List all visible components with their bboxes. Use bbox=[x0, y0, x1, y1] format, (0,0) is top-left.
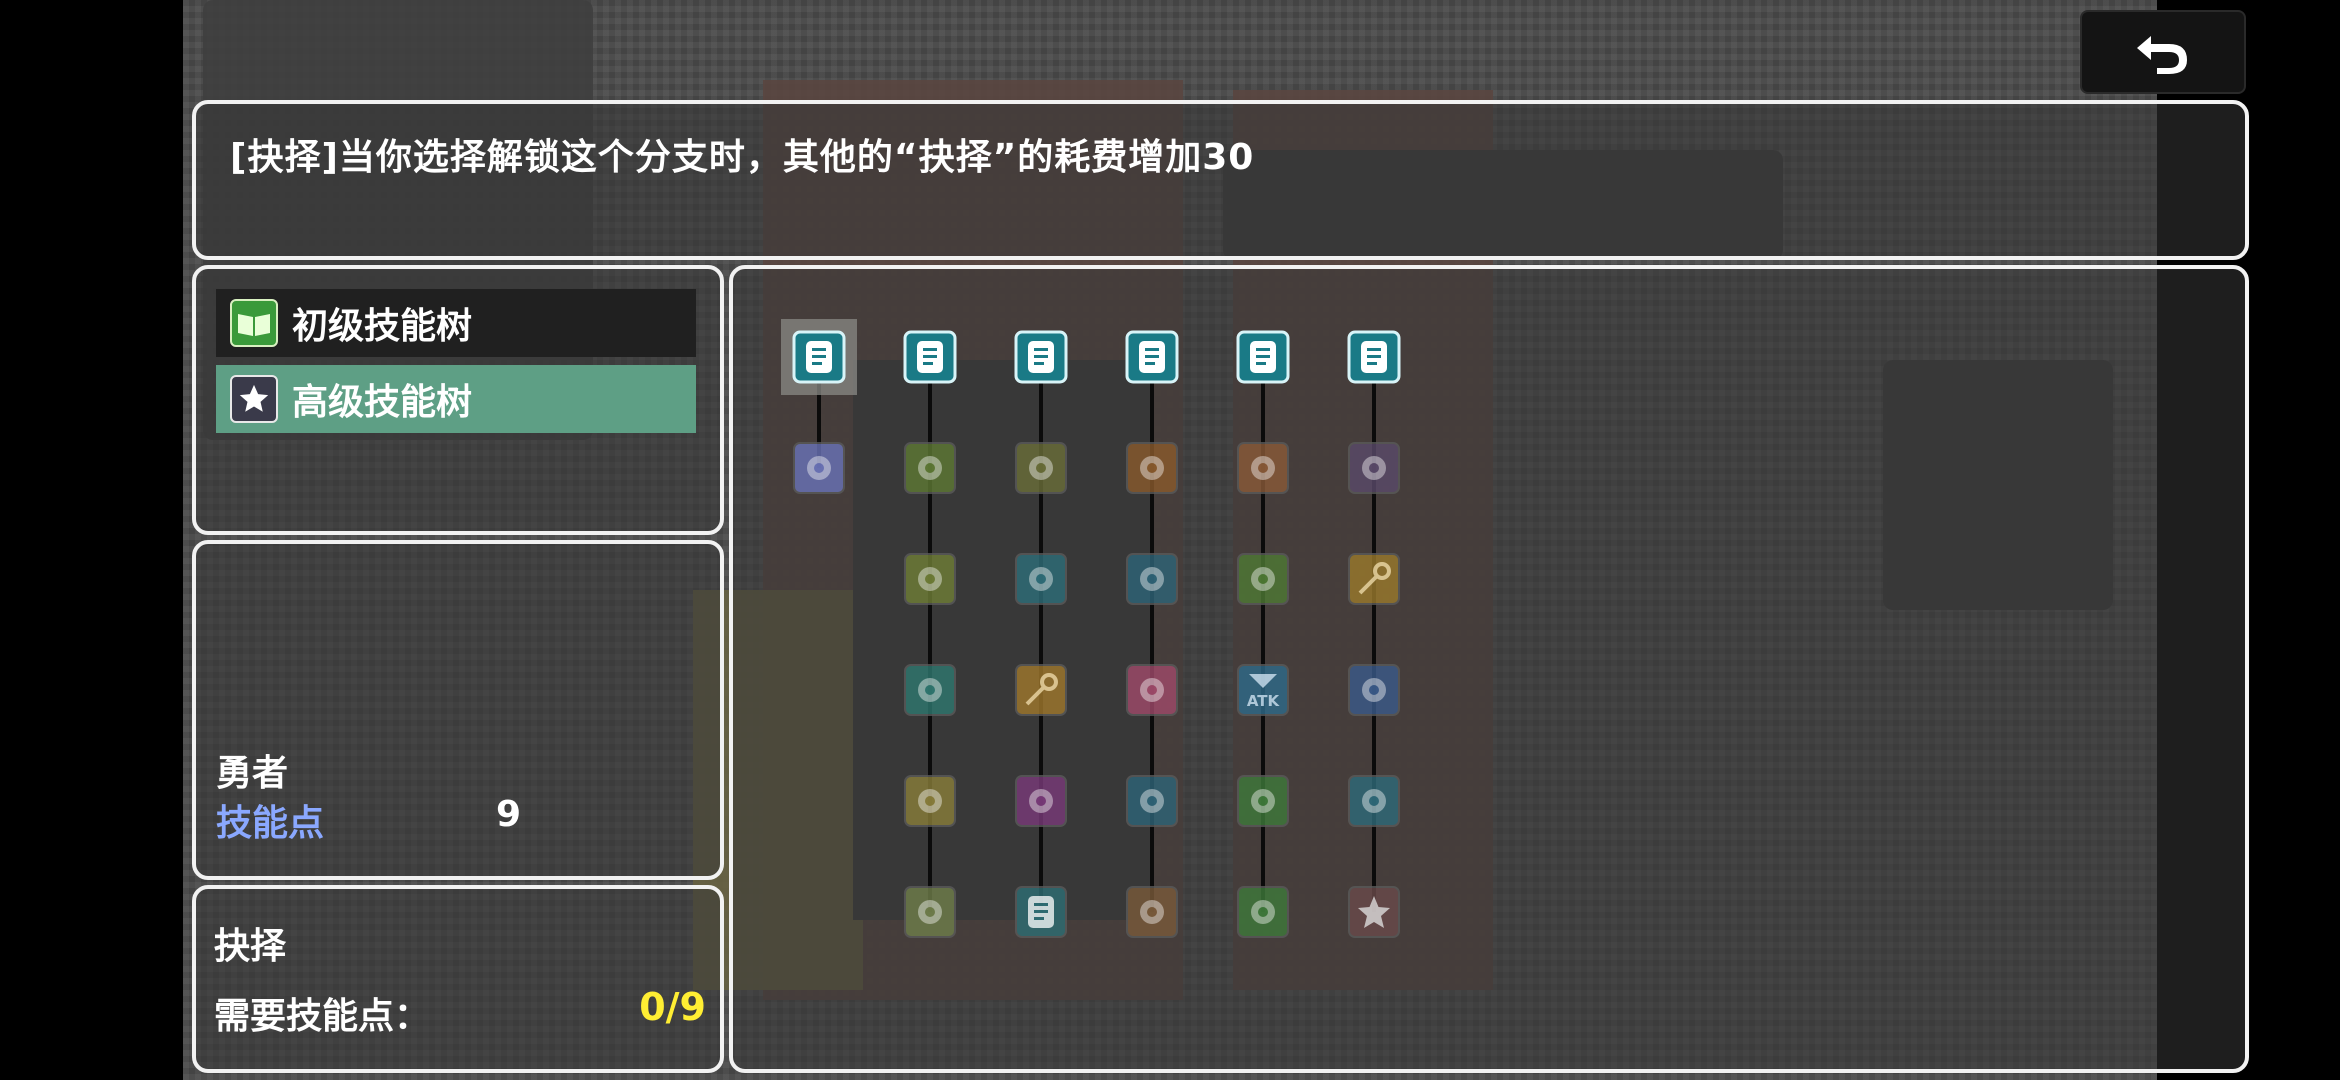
bow-icon bbox=[918, 567, 942, 591]
hero-name: 勇者 bbox=[216, 753, 289, 794]
skill-node-bubbles-icon[interactable] bbox=[1015, 442, 1067, 494]
skill-node-coins-icon[interactable] bbox=[1237, 553, 1289, 605]
menu-item-advanced-skill-tree[interactable]: 高级技能树 bbox=[216, 365, 696, 433]
branch-description: [抉择]当你选择解锁这个分支时，其他的“抉择”的耗费增加30 bbox=[230, 137, 1255, 178]
skill-node-flower-icon[interactable] bbox=[793, 442, 845, 494]
pill-icon bbox=[1140, 789, 1164, 813]
skill-node-swirl-icon[interactable] bbox=[1237, 775, 1289, 827]
required-points-label: 需要技能点： bbox=[214, 996, 431, 1037]
burst-icon bbox=[1140, 456, 1164, 480]
undo-arrow-icon bbox=[2137, 36, 2187, 74]
skill-node-key-icon[interactable] bbox=[1348, 553, 1400, 605]
back-button[interactable] bbox=[2080, 10, 2246, 94]
skill-node-wave-icon[interactable] bbox=[1348, 664, 1400, 716]
swirl-icon bbox=[1251, 789, 1275, 813]
skill-tree-panel: ATK bbox=[729, 265, 2249, 1073]
hero-info-panel: 勇者 技能点 9 bbox=[192, 540, 724, 880]
skill-node-scroll-icon[interactable] bbox=[781, 319, 857, 395]
scroll-icon bbox=[1139, 341, 1165, 373]
skill-node-scroll-icon[interactable] bbox=[1014, 330, 1068, 384]
description-panel: [抉择]当你选择解锁这个分支时，其他的“抉择”的耗费增加30 bbox=[192, 100, 2249, 260]
skill-node-key-icon[interactable] bbox=[1015, 664, 1067, 716]
skill-node-sparkle-icon[interactable] bbox=[1126, 664, 1178, 716]
skill-node-scroll-icon[interactable] bbox=[903, 330, 957, 384]
skill-node-claw-icon[interactable] bbox=[1237, 442, 1289, 494]
menu-item-label: 高级技能树 bbox=[292, 382, 473, 423]
sparkle-icon bbox=[1140, 678, 1164, 702]
skill-tree-graph: ATK bbox=[781, 319, 1401, 938]
skill-node-scroll-icon[interactable] bbox=[1125, 330, 1179, 384]
vortex-icon bbox=[1362, 456, 1386, 480]
skill-node-music-note-icon[interactable] bbox=[1015, 775, 1067, 827]
green-book-icon bbox=[230, 299, 278, 347]
sun-leaf-icon bbox=[918, 456, 942, 480]
scroll-icon bbox=[1028, 896, 1054, 928]
branch-info-panel: 抉择 需要技能点： 0/9 bbox=[192, 885, 724, 1073]
claw-icon bbox=[1251, 456, 1275, 480]
skill-tree-menu-panel: 初级技能树 高级技能树 bbox=[192, 265, 724, 535]
skill-node-statue-icon[interactable] bbox=[1015, 553, 1067, 605]
skill-node-scroll-icon[interactable] bbox=[1236, 330, 1290, 384]
tornado-icon bbox=[918, 900, 942, 924]
scroll-icon bbox=[806, 341, 832, 373]
wave-icon bbox=[1362, 678, 1386, 702]
skill-node-hammer-icon[interactable] bbox=[1126, 553, 1178, 605]
hammer-icon bbox=[1140, 567, 1164, 591]
menu-item-label: 初级技能树 bbox=[292, 306, 473, 347]
skill-points-label: 技能点 bbox=[216, 803, 325, 844]
skill-node-feather-icon[interactable] bbox=[904, 775, 956, 827]
statue-icon bbox=[1029, 567, 1053, 591]
skill-points-value: 9 bbox=[496, 794, 522, 835]
palm-icon bbox=[918, 678, 942, 702]
menu-item-basic-skill-tree[interactable]: 初级技能树 bbox=[216, 289, 696, 357]
scroll-icon bbox=[1361, 341, 1387, 373]
music-note-icon bbox=[1029, 789, 1053, 813]
scroll-icon bbox=[917, 341, 943, 373]
skill-node-star-icon[interactable] bbox=[1348, 886, 1400, 938]
scroll-icon bbox=[1028, 341, 1054, 373]
butterfly-icon bbox=[1362, 789, 1386, 813]
skill-node-vortex-icon[interactable] bbox=[1348, 442, 1400, 494]
skill-node-speech-bubble-icon[interactable] bbox=[1126, 886, 1178, 938]
skill-node-scroll-icon[interactable] bbox=[1015, 886, 1067, 938]
skill-node-pill-icon[interactable] bbox=[1126, 775, 1178, 827]
atk-label: ATK bbox=[1247, 692, 1281, 710]
skill-node-sun-leaf-icon[interactable] bbox=[904, 442, 956, 494]
skill-node-tornado-icon[interactable] bbox=[904, 886, 956, 938]
head-icon bbox=[1251, 900, 1275, 924]
scroll-icon bbox=[1250, 341, 1276, 373]
skill-node-palm-icon[interactable] bbox=[904, 664, 956, 716]
star-icon bbox=[230, 375, 278, 423]
branch-name: 抉择 bbox=[214, 926, 287, 967]
feather-icon bbox=[918, 789, 942, 813]
required-points-value: 0/9 bbox=[639, 985, 706, 1029]
skill-node-atk-icon[interactable]: ATK bbox=[1237, 664, 1289, 716]
skill-node-burst-icon[interactable] bbox=[1126, 442, 1178, 494]
bubbles-icon bbox=[1029, 456, 1053, 480]
skill-node-scroll-icon[interactable] bbox=[1347, 330, 1401, 384]
speech-bubble-icon bbox=[1140, 900, 1164, 924]
flower-icon bbox=[807, 456, 831, 480]
skill-node-bow-icon[interactable] bbox=[904, 553, 956, 605]
skill-node-head-icon[interactable] bbox=[1237, 886, 1289, 938]
coins-icon bbox=[1251, 567, 1275, 591]
skill-node-butterfly-icon[interactable] bbox=[1348, 775, 1400, 827]
